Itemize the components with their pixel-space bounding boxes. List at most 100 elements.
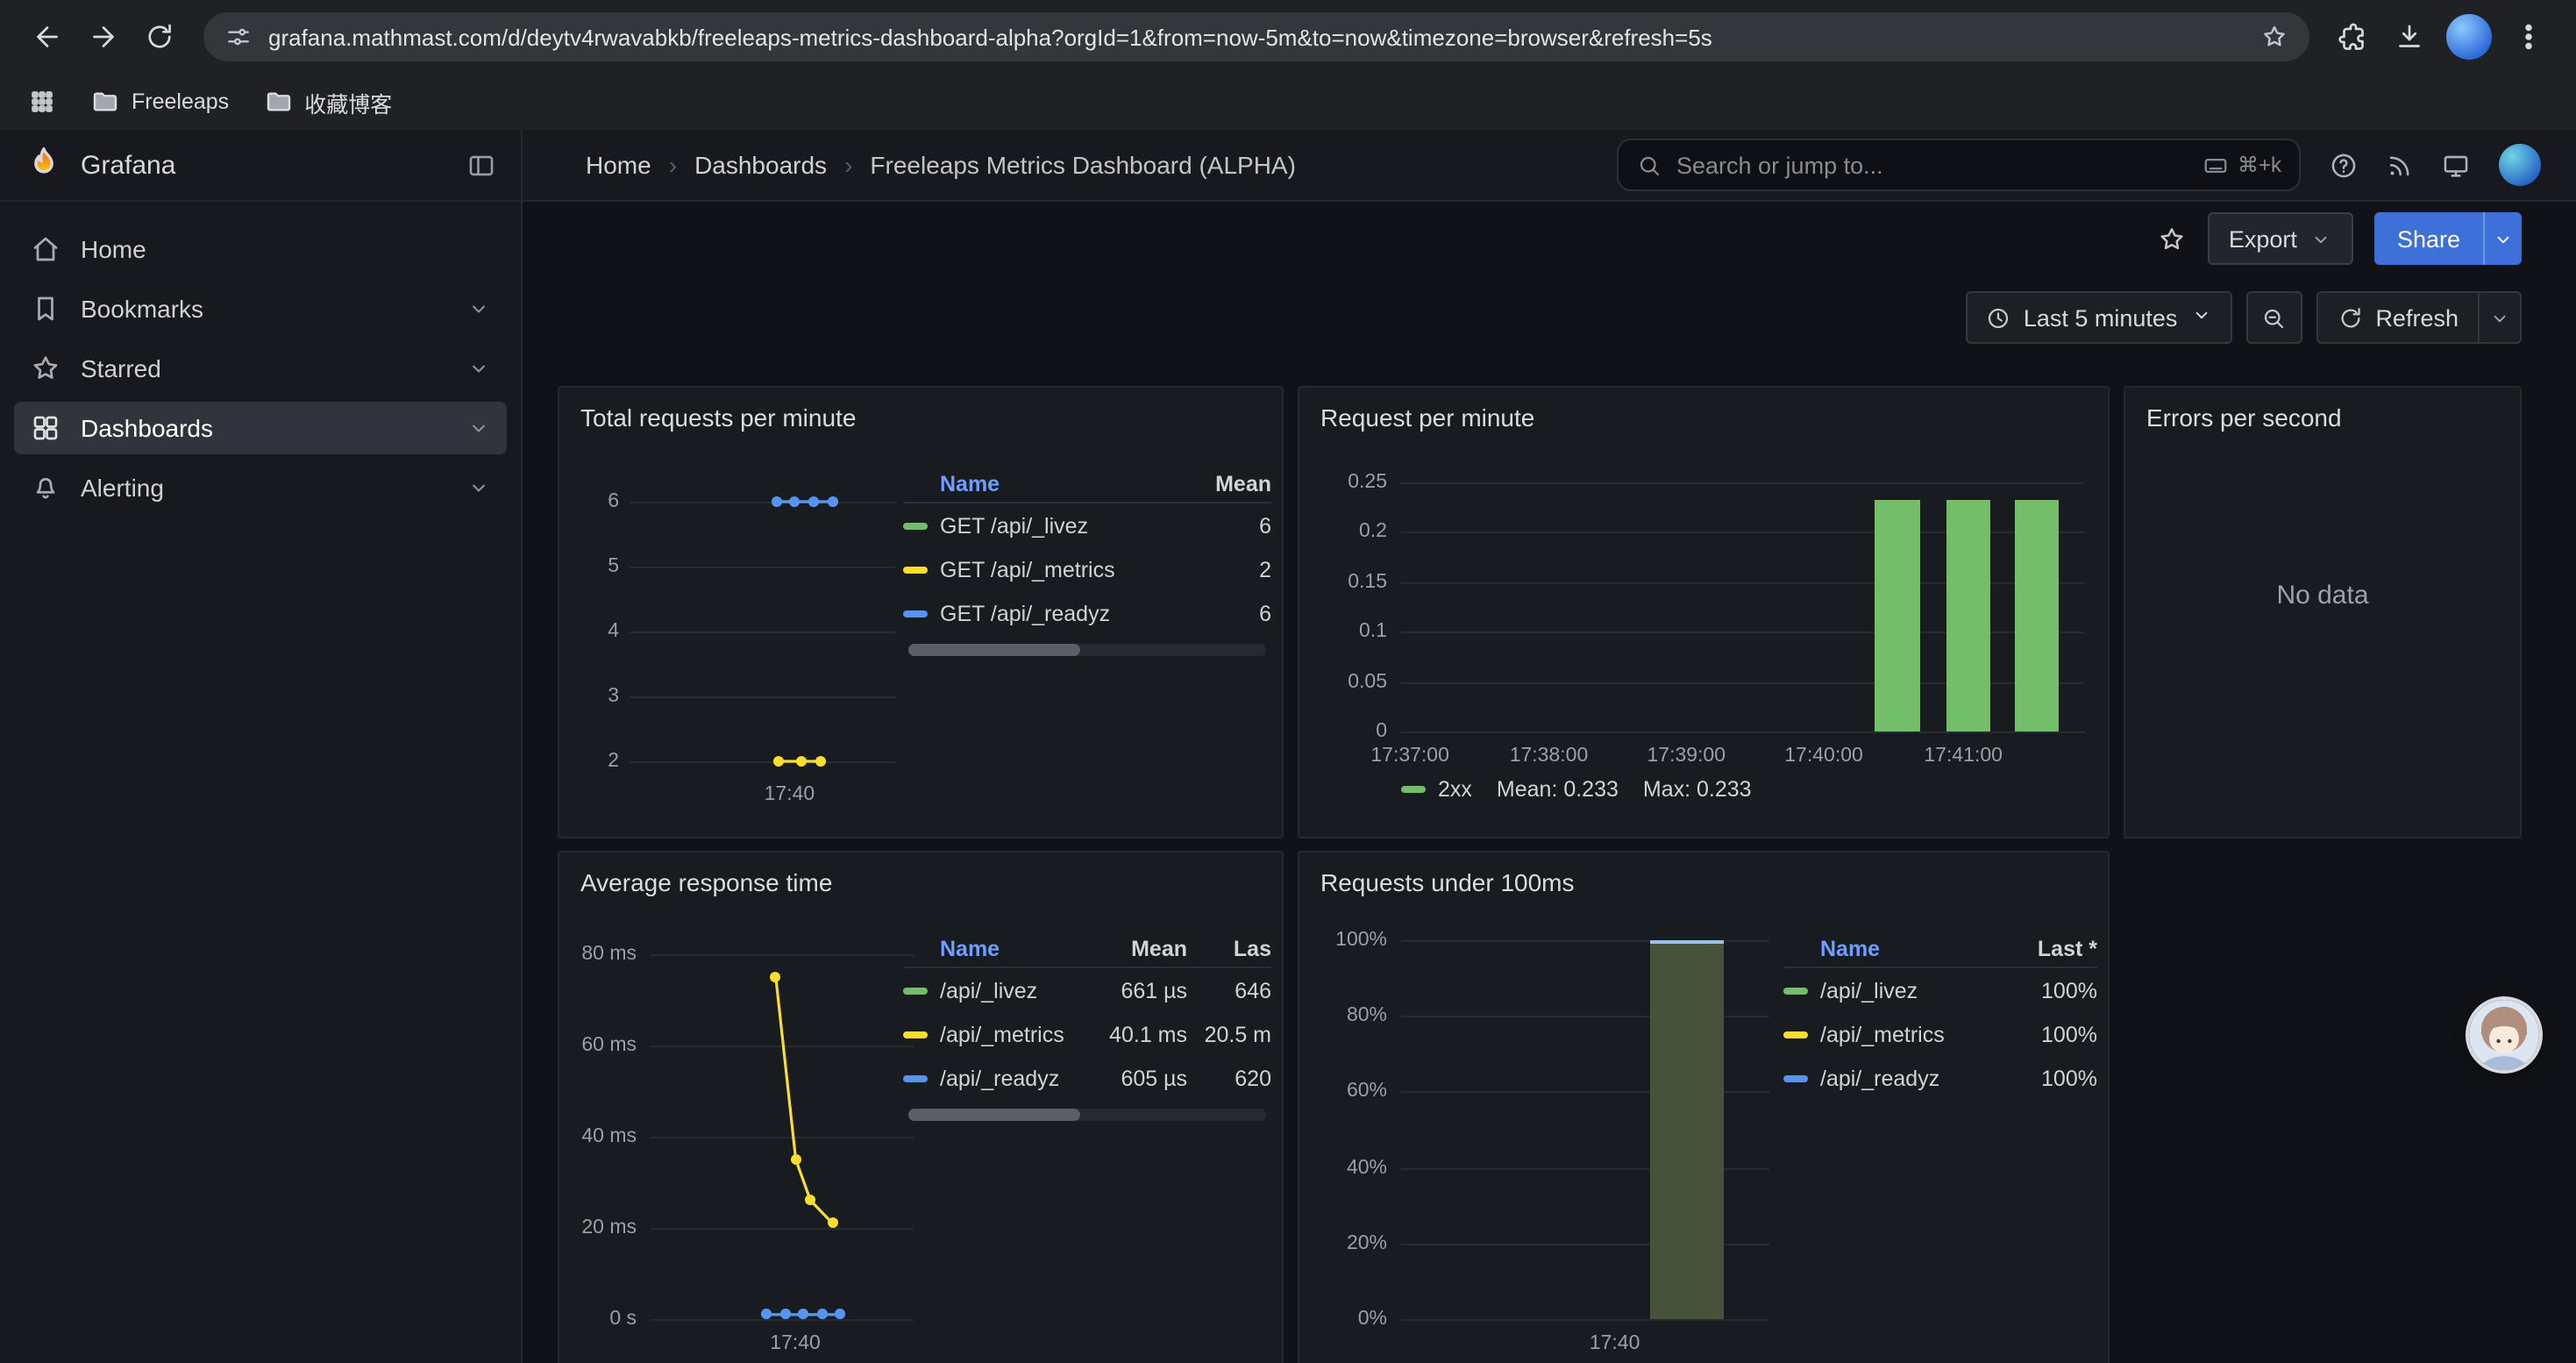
panel-title[interactable]: Request per minute — [1299, 388, 2108, 432]
legend-header[interactable]: Las — [1201, 936, 1271, 960]
clock-icon — [1985, 304, 2011, 331]
sidebar-item-bookmarks[interactable]: Bookmarks — [14, 282, 507, 335]
panel-title[interactable]: Requests under 100ms — [1299, 853, 2108, 896]
sidebar-item-home[interactable]: Home — [14, 223, 507, 275]
breadcrumb-separator: › — [669, 151, 677, 179]
sidebar-item-dashboards[interactable]: Dashboards — [14, 402, 507, 454]
chevron-down-icon — [466, 356, 491, 381]
legend-series-name: GET /api/_metrics — [940, 557, 1115, 582]
rss-icon[interactable] — [2385, 150, 2415, 180]
panel-title[interactable]: Total requests per minute — [559, 388, 1282, 432]
brand-row: Grafana — [0, 130, 521, 202]
forward-button[interactable] — [77, 11, 130, 63]
legend-header[interactable]: Mean — [1194, 471, 1271, 496]
legend-row[interactable]: GET /api/_metrics 2 — [903, 547, 1271, 591]
data-point — [805, 1195, 815, 1206]
apps-grid-icon[interactable] — [28, 88, 56, 116]
panel-request-per-minute: Request per minute 0.250.20.150.10.05017… — [1298, 386, 2110, 838]
share-menu-chevron-icon[interactable] — [2483, 212, 2522, 265]
legend-series-name: /api/_livez — [1820, 978, 1918, 1003]
legend-row[interactable]: /api/_metrics100% — [1783, 1012, 2097, 1056]
bookmark-item[interactable]: 收藏博客 — [264, 85, 392, 118]
user-avatar[interactable] — [2499, 144, 2541, 186]
legend-table: Name Last * /api/_livez100%/api/_metrics10… — [1783, 930, 2097, 1100]
breadcrumb-item[interactable]: Freeleaps Metrics Dashboard (ALPHA) — [870, 151, 1296, 179]
x-axis: 17:40 — [1401, 1333, 1769, 1361]
chart-plot[interactable] — [630, 502, 896, 761]
y-tick-label: 0 — [1376, 721, 1387, 742]
bookmark-item[interactable]: Freeleaps — [91, 88, 229, 116]
refresh-interval-chevron-icon[interactable] — [2478, 293, 2520, 342]
zoom-out-button[interactable] — [2245, 291, 2302, 344]
sidebar-item-label: Dashboards — [81, 414, 213, 442]
legend-value: 2 — [1194, 557, 1271, 582]
legend-header[interactable]: Name — [903, 471, 1180, 496]
x-axis: 17:40 — [651, 1333, 914, 1361]
chart-plot[interactable] — [1401, 940, 1769, 1319]
legend-row[interactable]: /api/_metrics40.1 ms20.5 m — [903, 1012, 1271, 1056]
legend-header[interactable]: Name — [1783, 936, 1985, 960]
site-info-icon[interactable] — [224, 23, 253, 51]
address-bar[interactable] — [203, 12, 2309, 61]
kiosk-monitor-icon[interactable] — [2441, 150, 2471, 180]
legend-value: 20.5 m — [1201, 1022, 1271, 1046]
legend-row[interactable]: /api/_livez100% — [1783, 968, 2097, 1012]
legend-scrollbar[interactable] — [908, 644, 1266, 656]
breadcrumb-item[interactable]: Home — [586, 151, 651, 179]
downloads-icon[interactable] — [2383, 11, 2436, 63]
extensions-icon[interactable] — [2327, 11, 2380, 63]
bookmark-star-icon[interactable] — [2260, 23, 2288, 51]
legend-value: 646 — [1201, 978, 1271, 1003]
legend-row[interactable]: /api/_livez661 µs646 — [903, 968, 1271, 1012]
sidebar-item-alerting[interactable]: Alerting — [14, 461, 507, 514]
chart-plot[interactable] — [1401, 482, 2085, 731]
floating-user-avatar[interactable] — [2469, 1000, 2539, 1070]
back-button[interactable] — [21, 11, 74, 63]
chart-plot[interactable] — [651, 954, 914, 1319]
export-button[interactable]: Export — [2208, 212, 2353, 265]
screen: Freeleaps 收藏博客 Grafana Home Bookmarks Starr… — [0, 0, 2576, 1363]
y-tick-label: 4 — [608, 621, 619, 642]
chevron-down-icon — [2189, 303, 2212, 332]
legend-header[interactable]: Mean — [1089, 936, 1187, 960]
legend-header[interactable]: Name — [903, 936, 1075, 960]
share-button[interactable]: Share — [2374, 212, 2483, 265]
panel-title[interactable]: Errors per second — [2125, 388, 2520, 432]
scrollbar-thumb[interactable] — [908, 644, 1080, 656]
series-color-indicator — [903, 1031, 928, 1038]
panel-title[interactable]: Average response time — [559, 853, 1282, 896]
browser-profile-avatar[interactable] — [2446, 14, 2492, 60]
chevron-down-icon — [466, 416, 491, 440]
legend-header[interactable]: Last * — [1999, 936, 2097, 960]
help-icon[interactable] — [2329, 150, 2359, 180]
browser-menu-icon[interactable] — [2502, 11, 2555, 63]
legend-value: 6 — [1194, 513, 1271, 538]
y-axis: 0.250.20.150.10.050 — [1310, 482, 1387, 731]
url-input[interactable] — [268, 24, 2245, 50]
gridline — [1401, 482, 2085, 484]
reload-button[interactable] — [133, 11, 186, 63]
bar — [2015, 499, 2060, 731]
y-tick-label: 0% — [1358, 1309, 1387, 1330]
legend-row[interactable]: GET /api/_readyz6 — [903, 591, 1271, 635]
scrollbar-thumb[interactable] — [908, 1109, 1080, 1121]
series-color-indicator — [1783, 1031, 1808, 1038]
sidebar-item-starred[interactable]: Starred — [14, 342, 507, 395]
breadcrumb-item[interactable]: Dashboards — [694, 151, 827, 179]
series-color-indicator — [903, 610, 928, 617]
search-box[interactable]: ⌘+k — [1617, 139, 2301, 191]
legend-row[interactable]: /api/_readyz605 µs620 — [903, 1056, 1271, 1100]
legend-table: NameMeanLas/api/_livez661 µs646/api/_met… — [903, 930, 1271, 1100]
legend-value: 40.1 ms — [1089, 1022, 1187, 1046]
y-tick-label: 0.05 — [1348, 671, 1387, 692]
legend-scrollbar[interactable] — [908, 1109, 1266, 1121]
refresh-button[interactable]: Refresh — [2317, 293, 2478, 342]
legend-row[interactable]: GET /api/_livez6 — [903, 503, 1271, 547]
legend-series[interactable]: 2xx — [1401, 777, 1472, 802]
search-input[interactable] — [1676, 152, 2188, 178]
grafana-logo-icon[interactable] — [25, 146, 63, 184]
legend-row[interactable]: /api/_readyz100% — [1783, 1056, 2097, 1100]
time-range-picker[interactable]: Last 5 minutes — [1966, 291, 2232, 344]
sidebar-collapse-icon[interactable] — [466, 150, 496, 180]
favorite-star-icon[interactable] — [2157, 224, 2187, 253]
